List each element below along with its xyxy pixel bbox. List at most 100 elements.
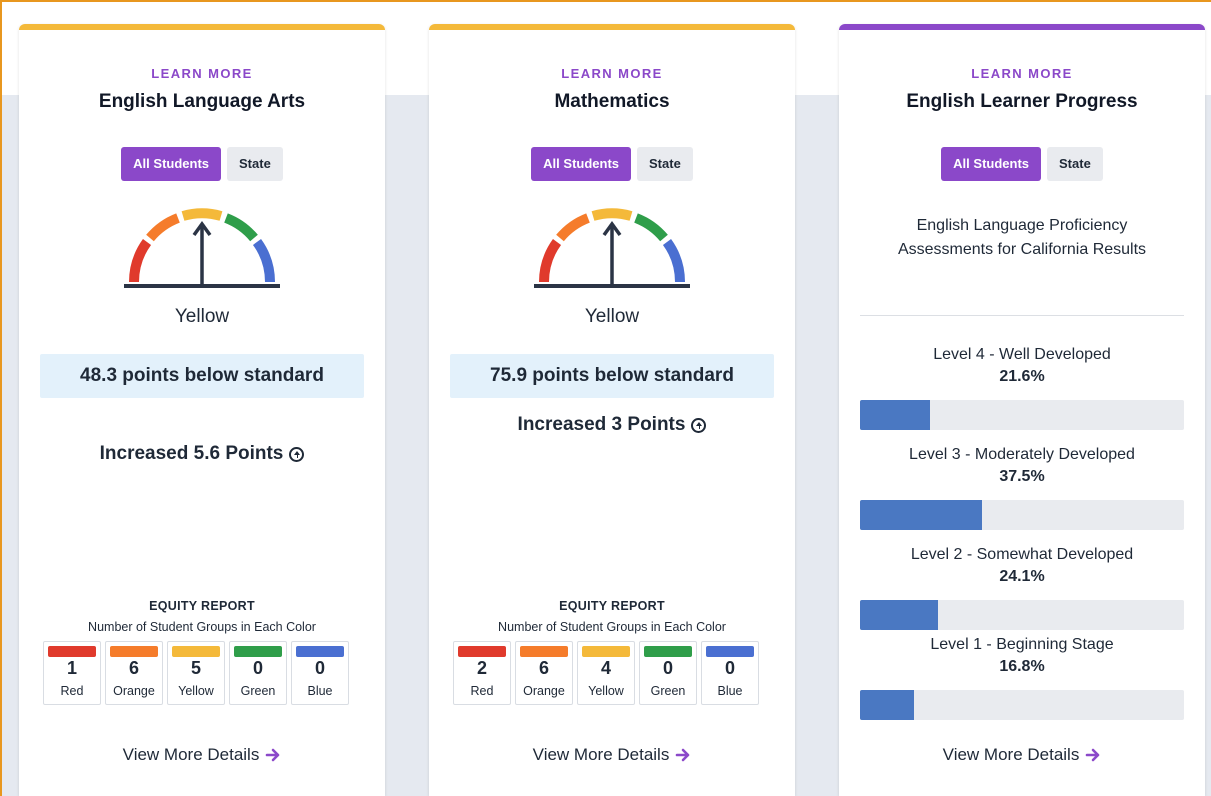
level-name: Level 4 - Well Developed (933, 346, 1111, 363)
status-box: 48.3 points below standard (40, 354, 364, 398)
equity-label: Yellow (178, 684, 214, 698)
change-text: Increased 3 Points (517, 414, 686, 435)
equity-count: 0 (724, 658, 735, 678)
view-more-details-link[interactable]: View More Details (429, 745, 795, 765)
all-students-button[interactable]: All Students (941, 147, 1042, 181)
view-more-details-text[interactable]: View More Details (123, 745, 260, 765)
view-more-details-link[interactable]: View More Details (839, 745, 1205, 765)
level-2-progress-fill (860, 600, 939, 630)
level-3-progress-bar (860, 500, 1184, 530)
equity-count: 0 (314, 658, 325, 678)
equity-count: 6 (538, 658, 549, 678)
view-more-details-text[interactable]: View More Details (533, 745, 670, 765)
change-indicator: Increased 3 Points (429, 414, 795, 436)
learn-more-link[interactable]: LEARN MORE (429, 66, 795, 81)
level-percent: 16.8% (999, 658, 1045, 675)
equity-cell-green: 0 Green (639, 641, 697, 705)
yellow-color-bar (582, 646, 630, 657)
equity-report-title: EQUITY REPORT (149, 599, 255, 613)
equity-count: 1 (66, 658, 77, 678)
ela-card: LEARN MORE English Language Arts All Stu… (19, 24, 385, 796)
equity-report-subtitle: Number of Student Groups in Each Color (498, 620, 726, 634)
student-group-toggle: All Students State (429, 147, 795, 181)
card-title: Mathematics (554, 91, 670, 112)
equity-count: 2 (476, 658, 487, 678)
equity-cell-red: 2 Red (453, 641, 511, 705)
view-more-details-text[interactable]: View More Details (943, 745, 1080, 765)
level-2-progress-bar (860, 600, 1184, 630)
performance-level-label: Yellow (584, 306, 640, 327)
performance-level-label: Yellow (174, 306, 230, 327)
divider (860, 315, 1184, 316)
equity-cell-green: 0 Green (229, 641, 287, 705)
level-4-row: Level 4 - Well Developed 21.6% (839, 346, 1205, 386)
equity-count: 0 (662, 658, 673, 678)
equity-count: 0 (252, 658, 263, 678)
level-3-row: Level 3 - Moderately Developed 37.5% (839, 446, 1205, 486)
english-learner-progress-card: LEARN MORE English Learner Progress All … (839, 24, 1205, 796)
equity-label: Orange (523, 684, 565, 698)
state-button[interactable]: State (1047, 147, 1103, 181)
equity-cell-blue: 0 Blue (291, 641, 349, 705)
card-title: English Learner Progress (906, 91, 1138, 112)
level-name: Level 2 - Somewhat Developed (910, 546, 1134, 563)
red-color-bar (48, 646, 96, 657)
equity-cell-yellow: 5 Yellow (167, 641, 225, 705)
arrow-right-icon (1086, 748, 1100, 762)
math-card: LEARN MORE Mathematics All Students Stat… (429, 24, 795, 796)
equity-count: 5 (190, 658, 201, 678)
level-1-progress-fill (860, 690, 915, 720)
status-box: 75.9 points below standard (450, 354, 774, 398)
arrow-up-circle-icon (691, 417, 707, 433)
red-color-bar (458, 646, 506, 657)
elpac-description: English Language Proficiency Assessments… (897, 217, 1147, 258)
view-more-details-link[interactable]: View More Details (19, 745, 385, 765)
green-color-bar (644, 646, 692, 657)
arrow-right-icon (266, 748, 280, 762)
learn-more-link[interactable]: LEARN MORE (839, 66, 1205, 81)
student-group-toggle: All Students State (19, 147, 385, 181)
level-1-row: Level 1 - Beginning Stage 16.8% (839, 636, 1205, 676)
yellow-color-bar (172, 646, 220, 657)
level-name: Level 1 - Beginning Stage (930, 636, 1114, 653)
equity-cell-blue: 0 Blue (701, 641, 759, 705)
change-indicator: Increased 5.6 Points (19, 443, 385, 465)
equity-count: 4 (600, 658, 611, 678)
equity-cell-orange: 6 Orange (515, 641, 573, 705)
equity-label: Blue (717, 684, 743, 698)
blue-color-bar (296, 646, 344, 657)
equity-label: Green (240, 684, 276, 698)
equity-cell-orange: 6 Orange (105, 641, 163, 705)
equity-label: Yellow (588, 684, 624, 698)
equity-report-grid: 1 Red 6 Orange 5 Yellow 0 Green 0 Blue (43, 641, 349, 705)
level-4-progress-bar (860, 400, 1184, 430)
learn-more-link[interactable]: LEARN MORE (19, 66, 385, 81)
arrow-up-circle-icon (289, 446, 305, 462)
level-2-row: Level 2 - Somewhat Developed 24.1% (839, 546, 1205, 586)
change-text: Increased 5.6 Points (99, 443, 284, 464)
level-4-progress-fill (860, 400, 930, 430)
state-button[interactable]: State (637, 147, 693, 181)
performance-gauge-icon (124, 208, 280, 288)
level-3-progress-fill (860, 500, 982, 530)
equity-cell-red: 1 Red (43, 641, 101, 705)
equity-cell-yellow: 4 Yellow (577, 641, 635, 705)
equity-report-subtitle: Number of Student Groups in Each Color (88, 620, 316, 634)
orange-color-bar (110, 646, 158, 657)
state-button[interactable]: State (227, 147, 283, 181)
arrow-right-icon (676, 748, 690, 762)
equity-label: Red (470, 684, 494, 698)
all-students-button[interactable]: All Students (531, 147, 632, 181)
level-name: Level 3 - Moderately Developed (909, 446, 1135, 463)
equity-count: 6 (128, 658, 139, 678)
orange-color-bar (520, 646, 568, 657)
level-1-progress-bar (860, 690, 1184, 720)
equity-report-title: EQUITY REPORT (559, 599, 665, 613)
student-group-toggle: All Students State (839, 147, 1205, 181)
blue-color-bar (706, 646, 754, 657)
card-title: English Language Arts (98, 91, 306, 112)
equity-label: Orange (113, 684, 155, 698)
equity-report-grid: 2 Red 6 Orange 4 Yellow 0 Green 0 Blue (453, 641, 759, 705)
all-students-button[interactable]: All Students (121, 147, 222, 181)
level-percent: 37.5% (999, 468, 1045, 485)
